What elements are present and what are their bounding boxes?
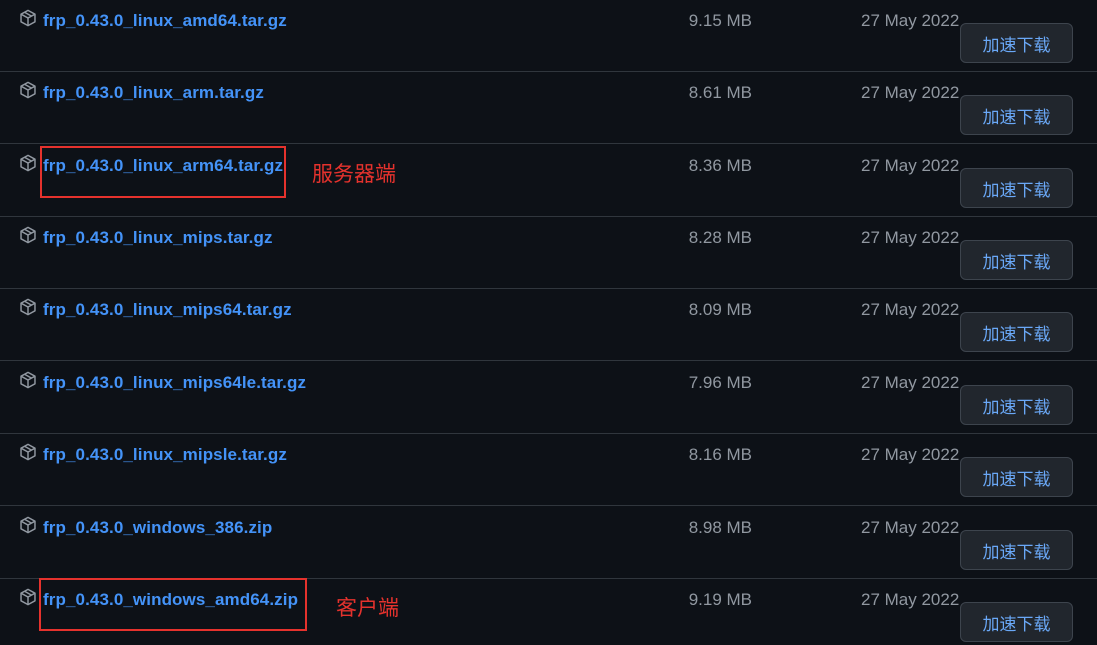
accelerated-download-button[interactable]: 加速下载 bbox=[960, 240, 1073, 280]
asset-size: 9.19 MB bbox=[688, 590, 752, 609]
asset-date: 27 May 2022 bbox=[861, 300, 960, 319]
asset-size: 9.15 MB bbox=[688, 11, 752, 30]
asset-date: 27 May 2022 bbox=[861, 373, 960, 392]
package-icon bbox=[19, 588, 37, 606]
row-divider bbox=[0, 505, 1097, 506]
server-annotation-label: 服务器端 bbox=[312, 162, 396, 186]
row-divider bbox=[0, 143, 1097, 144]
package-icon bbox=[19, 81, 37, 99]
asset-size: 7.96 MB bbox=[688, 373, 752, 392]
asset-size: 8.28 MB bbox=[688, 228, 752, 247]
asset-size: 8.16 MB bbox=[688, 445, 752, 464]
package-icon bbox=[19, 443, 37, 461]
asset-link[interactable]: frp_0.43.0_linux_mips.tar.gz bbox=[43, 228, 273, 248]
asset-date: 27 May 2022 bbox=[861, 83, 960, 102]
accelerated-download-button[interactable]: 加速下载 bbox=[960, 602, 1073, 642]
asset-row: frp_0.43.0_linux_amd64.tar.gz 9.15 MB 27… bbox=[0, 0, 1097, 72]
asset-link[interactable]: frp_0.43.0_linux_arm.tar.gz bbox=[43, 83, 264, 103]
asset-date: 27 May 2022 bbox=[861, 156, 960, 175]
package-icon bbox=[19, 371, 37, 389]
asset-link[interactable]: frp_0.43.0_linux_mipsle.tar.gz bbox=[43, 445, 287, 465]
accelerated-download-button[interactable]: 加速下载 bbox=[960, 168, 1073, 208]
asset-row: frp_0.43.0_linux_mipsle.tar.gz 8.16 MB 2… bbox=[0, 434, 1097, 506]
client-highlight-box bbox=[39, 578, 307, 631]
package-icon bbox=[19, 298, 37, 316]
asset-date: 27 May 2022 bbox=[861, 11, 960, 30]
client-annotation-label: 客户端 bbox=[336, 596, 399, 620]
asset-size: 8.09 MB bbox=[688, 300, 752, 319]
package-icon bbox=[19, 9, 37, 27]
package-icon bbox=[19, 154, 37, 172]
release-assets-list: frp_0.43.0_linux_amd64.tar.gz 9.15 MB 27… bbox=[0, 0, 1097, 645]
accelerated-download-button[interactable]: 加速下载 bbox=[960, 530, 1073, 570]
server-highlight-box bbox=[40, 146, 286, 198]
asset-row: frp_0.43.0_windows_386.zip 8.98 MB 27 Ma… bbox=[0, 507, 1097, 579]
asset-row: frp_0.43.0_linux_arm.tar.gz 8.61 MB 27 M… bbox=[0, 72, 1097, 144]
asset-date: 27 May 2022 bbox=[861, 228, 960, 247]
asset-size: 8.36 MB bbox=[688, 156, 752, 175]
asset-link[interactable]: frp_0.43.0_linux_amd64.tar.gz bbox=[43, 11, 287, 31]
accelerated-download-button[interactable]: 加速下载 bbox=[960, 457, 1073, 497]
row-divider bbox=[0, 360, 1097, 361]
asset-size: 8.98 MB bbox=[688, 518, 752, 537]
asset-date: 27 May 2022 bbox=[861, 590, 960, 609]
asset-row: frp_0.43.0_linux_mips64le.tar.gz 7.96 MB… bbox=[0, 362, 1097, 434]
asset-link[interactable]: frp_0.43.0_windows_386.zip bbox=[43, 518, 272, 538]
asset-size: 8.61 MB bbox=[688, 83, 752, 102]
package-icon bbox=[19, 226, 37, 244]
asset-row: frp_0.43.0_linux_mips64.tar.gz 8.09 MB 2… bbox=[0, 289, 1097, 361]
asset-link[interactable]: frp_0.43.0_linux_mips64le.tar.gz bbox=[43, 373, 306, 393]
package-icon bbox=[19, 516, 37, 534]
accelerated-download-button[interactable]: 加速下载 bbox=[960, 312, 1073, 352]
asset-row: frp_0.43.0_linux_mips.tar.gz 8.28 MB 27 … bbox=[0, 217, 1097, 289]
asset-link[interactable]: frp_0.43.0_linux_mips64.tar.gz bbox=[43, 300, 292, 320]
asset-date: 27 May 2022 bbox=[861, 445, 960, 464]
asset-date: 27 May 2022 bbox=[861, 518, 960, 537]
accelerated-download-button[interactable]: 加速下载 bbox=[960, 23, 1073, 63]
accelerated-download-button[interactable]: 加速下载 bbox=[960, 95, 1073, 135]
accelerated-download-button[interactable]: 加速下载 bbox=[960, 385, 1073, 425]
